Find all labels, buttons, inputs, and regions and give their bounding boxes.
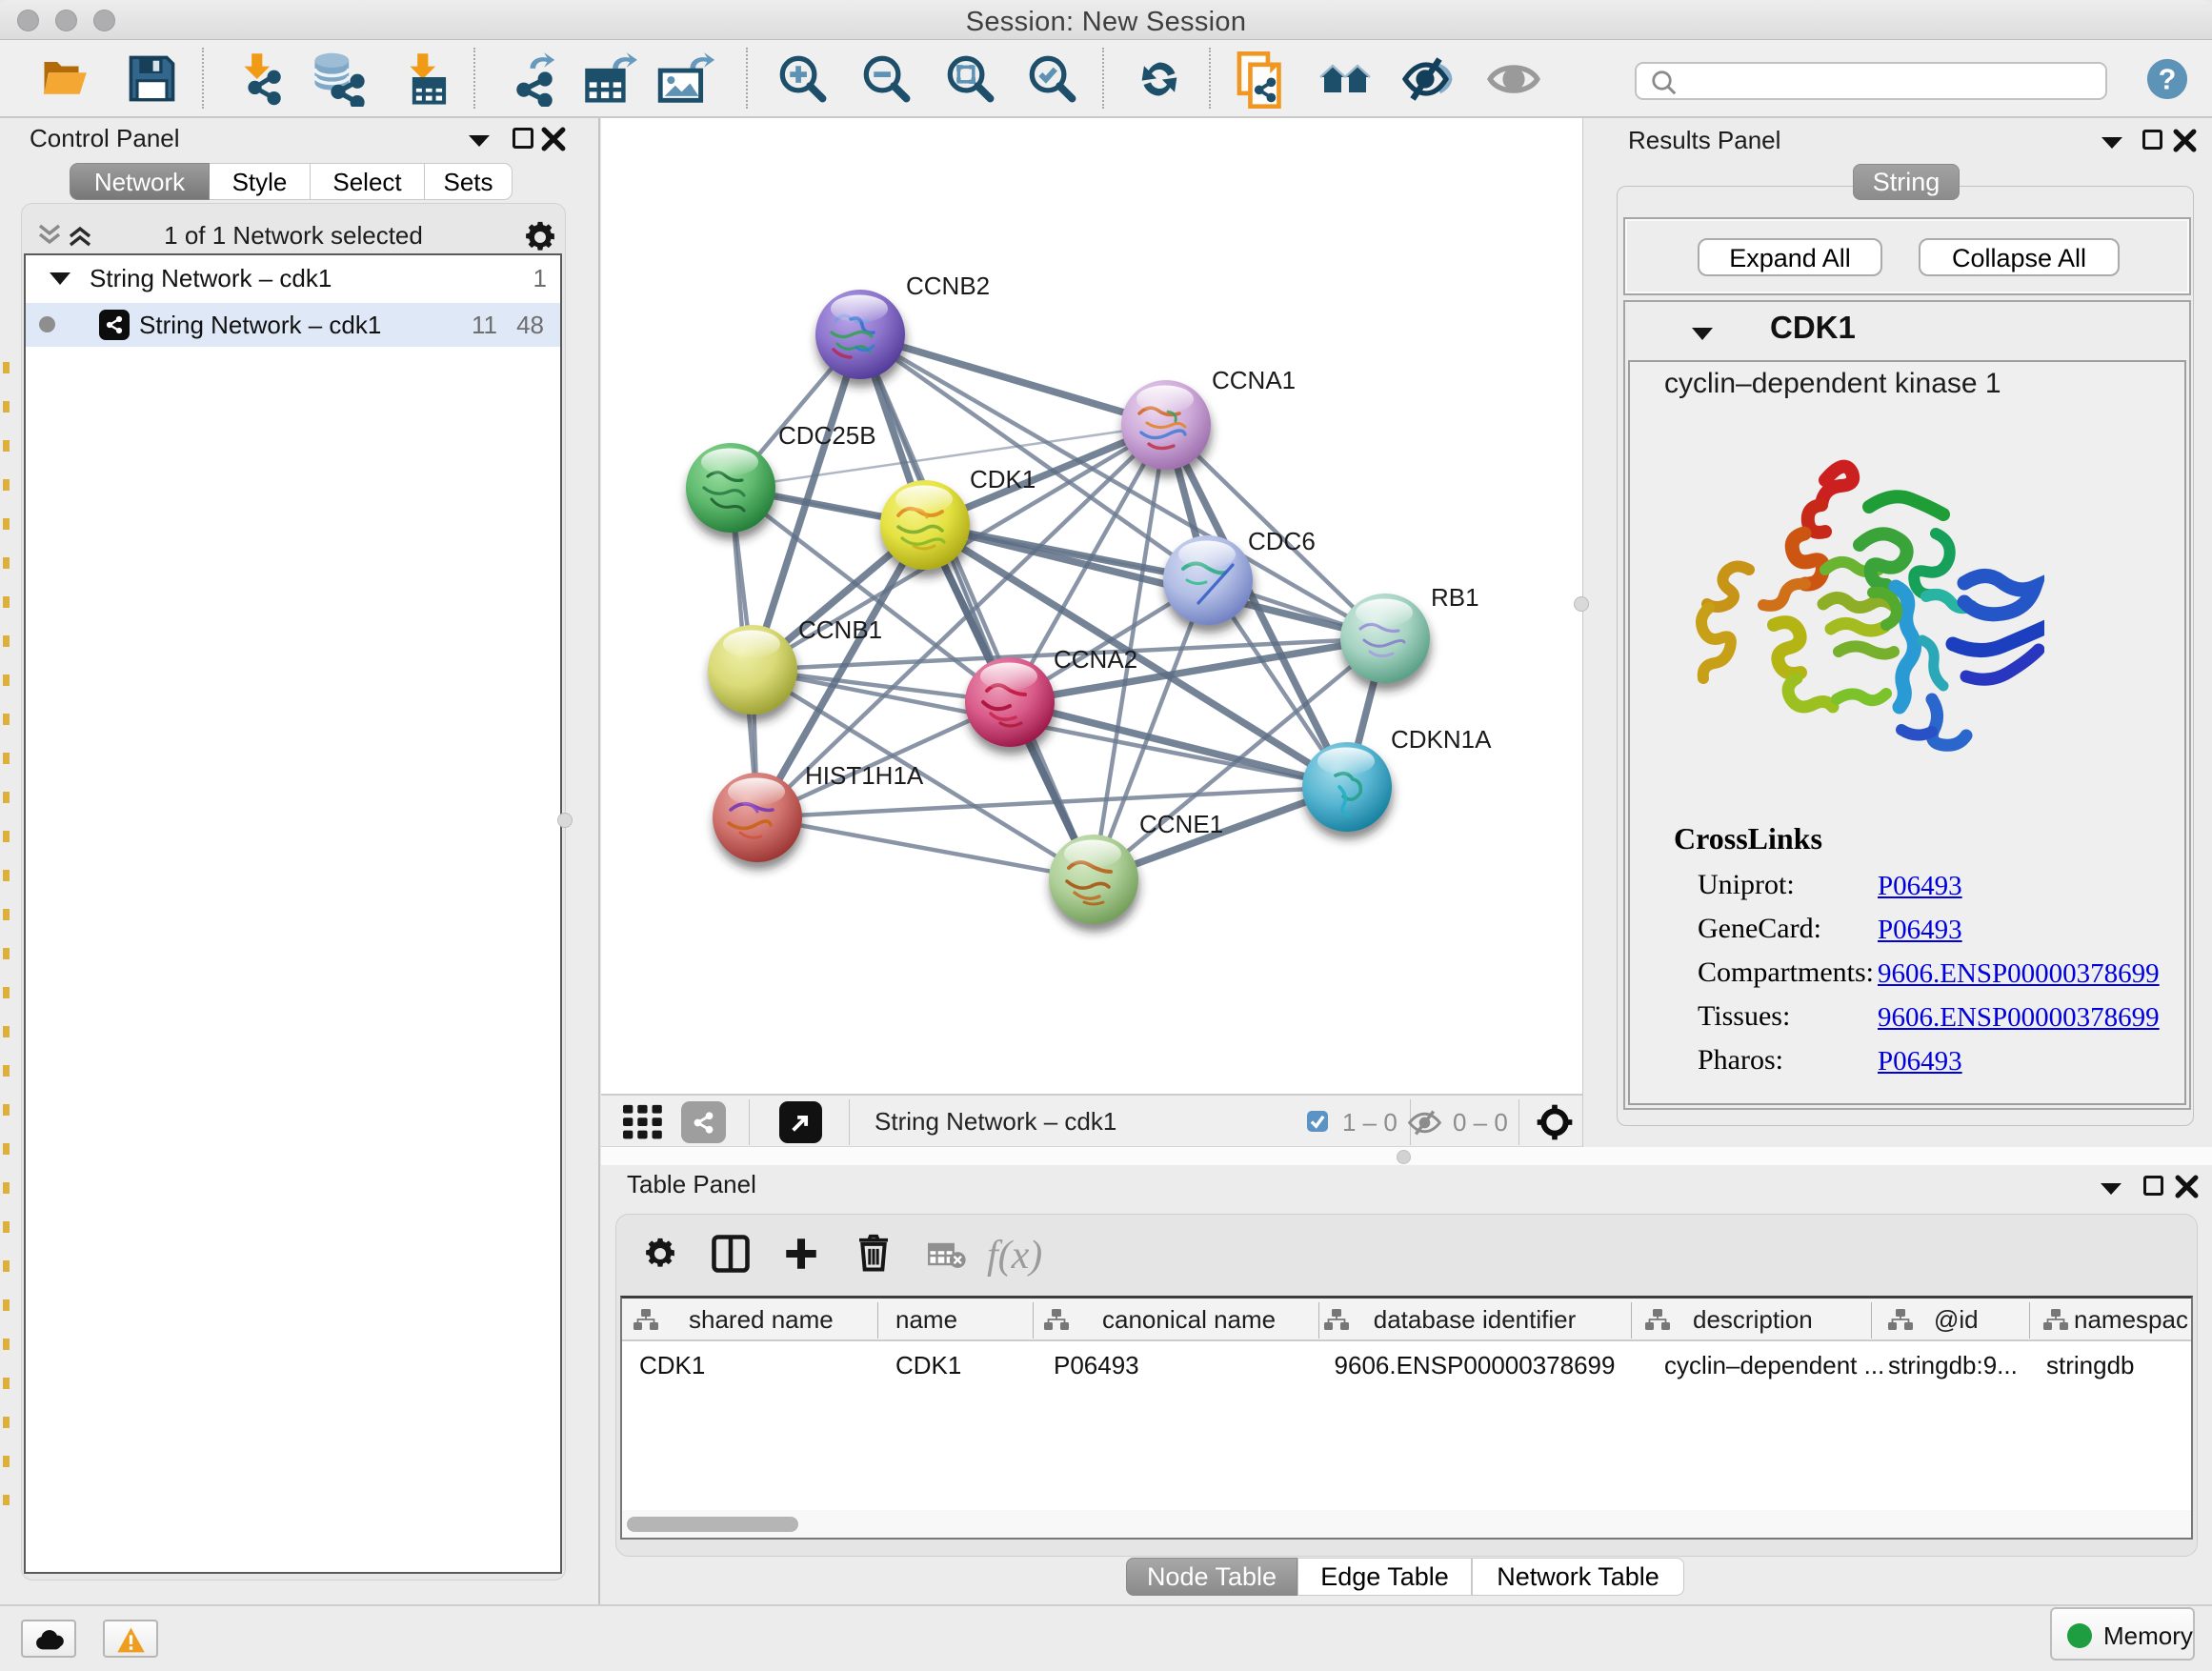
svg-text:CDKN1A: CDKN1A — [1391, 725, 1492, 754]
svg-text:CDC6: CDC6 — [1248, 527, 1316, 555]
svg-text:?: ? — [2159, 64, 2177, 96]
svg-text:RB1: RB1 — [1431, 583, 1479, 612]
svg-text:CCNB2: CCNB2 — [906, 272, 990, 300]
svg-text:CCNB1: CCNB1 — [798, 615, 882, 644]
svg-text:CDK1: CDK1 — [970, 465, 1036, 493]
svg-text:CCNA1: CCNA1 — [1212, 366, 1296, 394]
svg-text:CDC25B: CDC25B — [778, 421, 876, 450]
svg-text:CCNE1: CCNE1 — [1139, 810, 1223, 838]
svg-text:HIST1H1A: HIST1H1A — [805, 761, 924, 790]
svg-text:CCNA2: CCNA2 — [1054, 645, 1137, 674]
